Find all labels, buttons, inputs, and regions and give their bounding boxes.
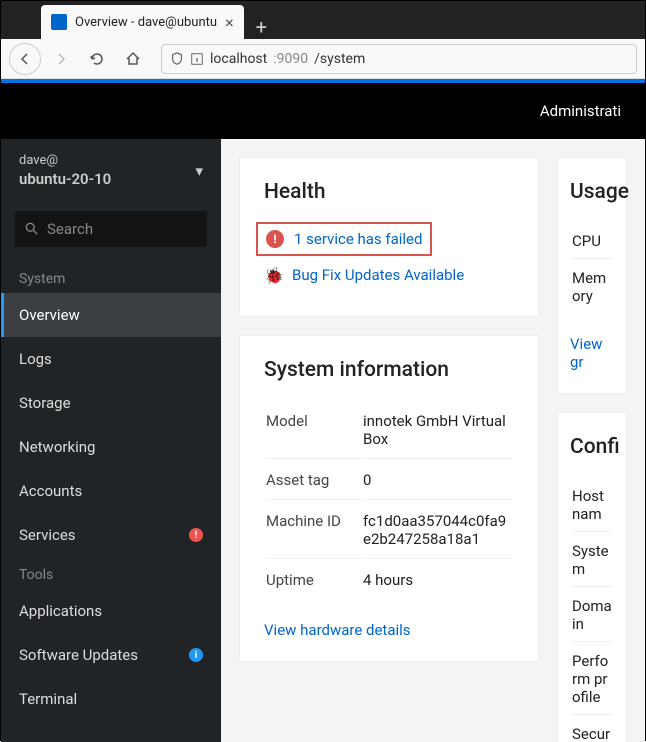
sysinfo-table: Modelinnotek GmbH VirtualBox Asset tag0 … [264,400,514,601]
reload-button[interactable] [81,43,113,75]
health-failed-item[interactable]: ! 1 service has failed [256,222,432,256]
shield-icon [170,52,184,66]
health-title: Health [264,180,514,204]
sidebar-host-selector[interactable]: dave@ ubuntu-20-10 ▾ [1,139,221,203]
usage-title: Usage [570,180,614,204]
health-updates-item[interactable]: 🐞 Bug Fix Updates Available [264,266,514,284]
failed-service-link: 1 service has failed [294,230,422,248]
error-icon: ! [266,230,284,248]
table-row: Asset tag0 [266,461,512,500]
sidebar-search[interactable]: Search [15,211,207,247]
search-placeholder: Search [47,220,93,238]
table-row: Machine IDfc1d0aa357044c0fa9e2b247258a18… [266,502,512,559]
cockpit-header: Administrati [1,83,645,139]
tab-title: Overview - dave@ubuntu [75,15,217,30]
sidebar: dave@ ubuntu-20-10 ▾ Search System Overv… [1,139,221,742]
sidebar-item-applications[interactable]: Applications [1,589,221,633]
url-host: localhost [210,51,267,67]
content-area: Health ! 1 service has failed 🐞 Bug Fix … [221,139,645,742]
sidebar-item-services[interactable]: Services ! [1,513,221,557]
home-button[interactable] [117,43,149,75]
info-icon [190,52,204,66]
usage-cpu: CPU [572,224,612,259]
browser-tab[interactable]: Overview - dave@ubuntu × [41,5,244,39]
updates-link: Bug Fix Updates Available [292,266,464,284]
search-icon [25,222,39,236]
url-path: /system [314,51,365,67]
health-card: Health ! 1 service has failed 🐞 Bug Fix … [239,157,539,317]
table-row: Uptime4 hours [266,561,512,599]
forward-button[interactable] [45,43,77,75]
new-tab-button[interactable]: + [244,15,279,39]
sidebar-item-logs[interactable]: Logs [1,337,221,381]
sidebar-item-overview[interactable]: Overview [1,293,221,337]
close-icon[interactable]: × [225,13,234,32]
browser-toolbar: localhost :9090/system [1,39,645,79]
admin-link[interactable]: Administrati [540,102,621,120]
info-badge-icon: i [189,648,203,662]
tab-favicon [51,14,67,30]
view-graphs-link[interactable]: View gr [570,335,614,371]
back-button[interactable] [9,43,41,75]
sidebar-item-networking[interactable]: Networking [1,425,221,469]
table-row: Modelinnotek GmbH VirtualBox [266,402,512,459]
sidebar-section-tools: Tools [1,557,221,589]
host-user: dave@ [19,153,111,170]
config-title: Confi [570,435,614,459]
chevron-down-icon: ▾ [195,162,203,180]
sidebar-item-terminal[interactable]: Terminal [1,677,221,721]
browser-tab-strip: Overview - dave@ubuntu × + [1,1,645,39]
url-bar[interactable]: localhost :9090/system [161,44,637,74]
url-port: :9090 [273,51,308,67]
bug-icon: 🐞 [264,266,282,284]
sidebar-section-system: System [1,261,221,293]
sidebar-item-accounts[interactable]: Accounts [1,469,221,513]
config-card: Confi Hostnam System Domain Perform prof… [557,412,627,742]
sidebar-item-storage[interactable]: Storage [1,381,221,425]
host-name: ubuntu-20-10 [19,170,111,190]
usage-memory: Memory [572,261,612,313]
hardware-details-link[interactable]: View hardware details [264,621,514,639]
sidebar-item-software-updates[interactable]: Software Updates i [1,633,221,677]
alert-badge-icon: ! [189,528,203,542]
sysinfo-card: System information Modelinnotek GmbH Vir… [239,335,539,662]
usage-card: Usage CPU Memory View gr [557,157,627,394]
sysinfo-title: System information [264,358,514,382]
